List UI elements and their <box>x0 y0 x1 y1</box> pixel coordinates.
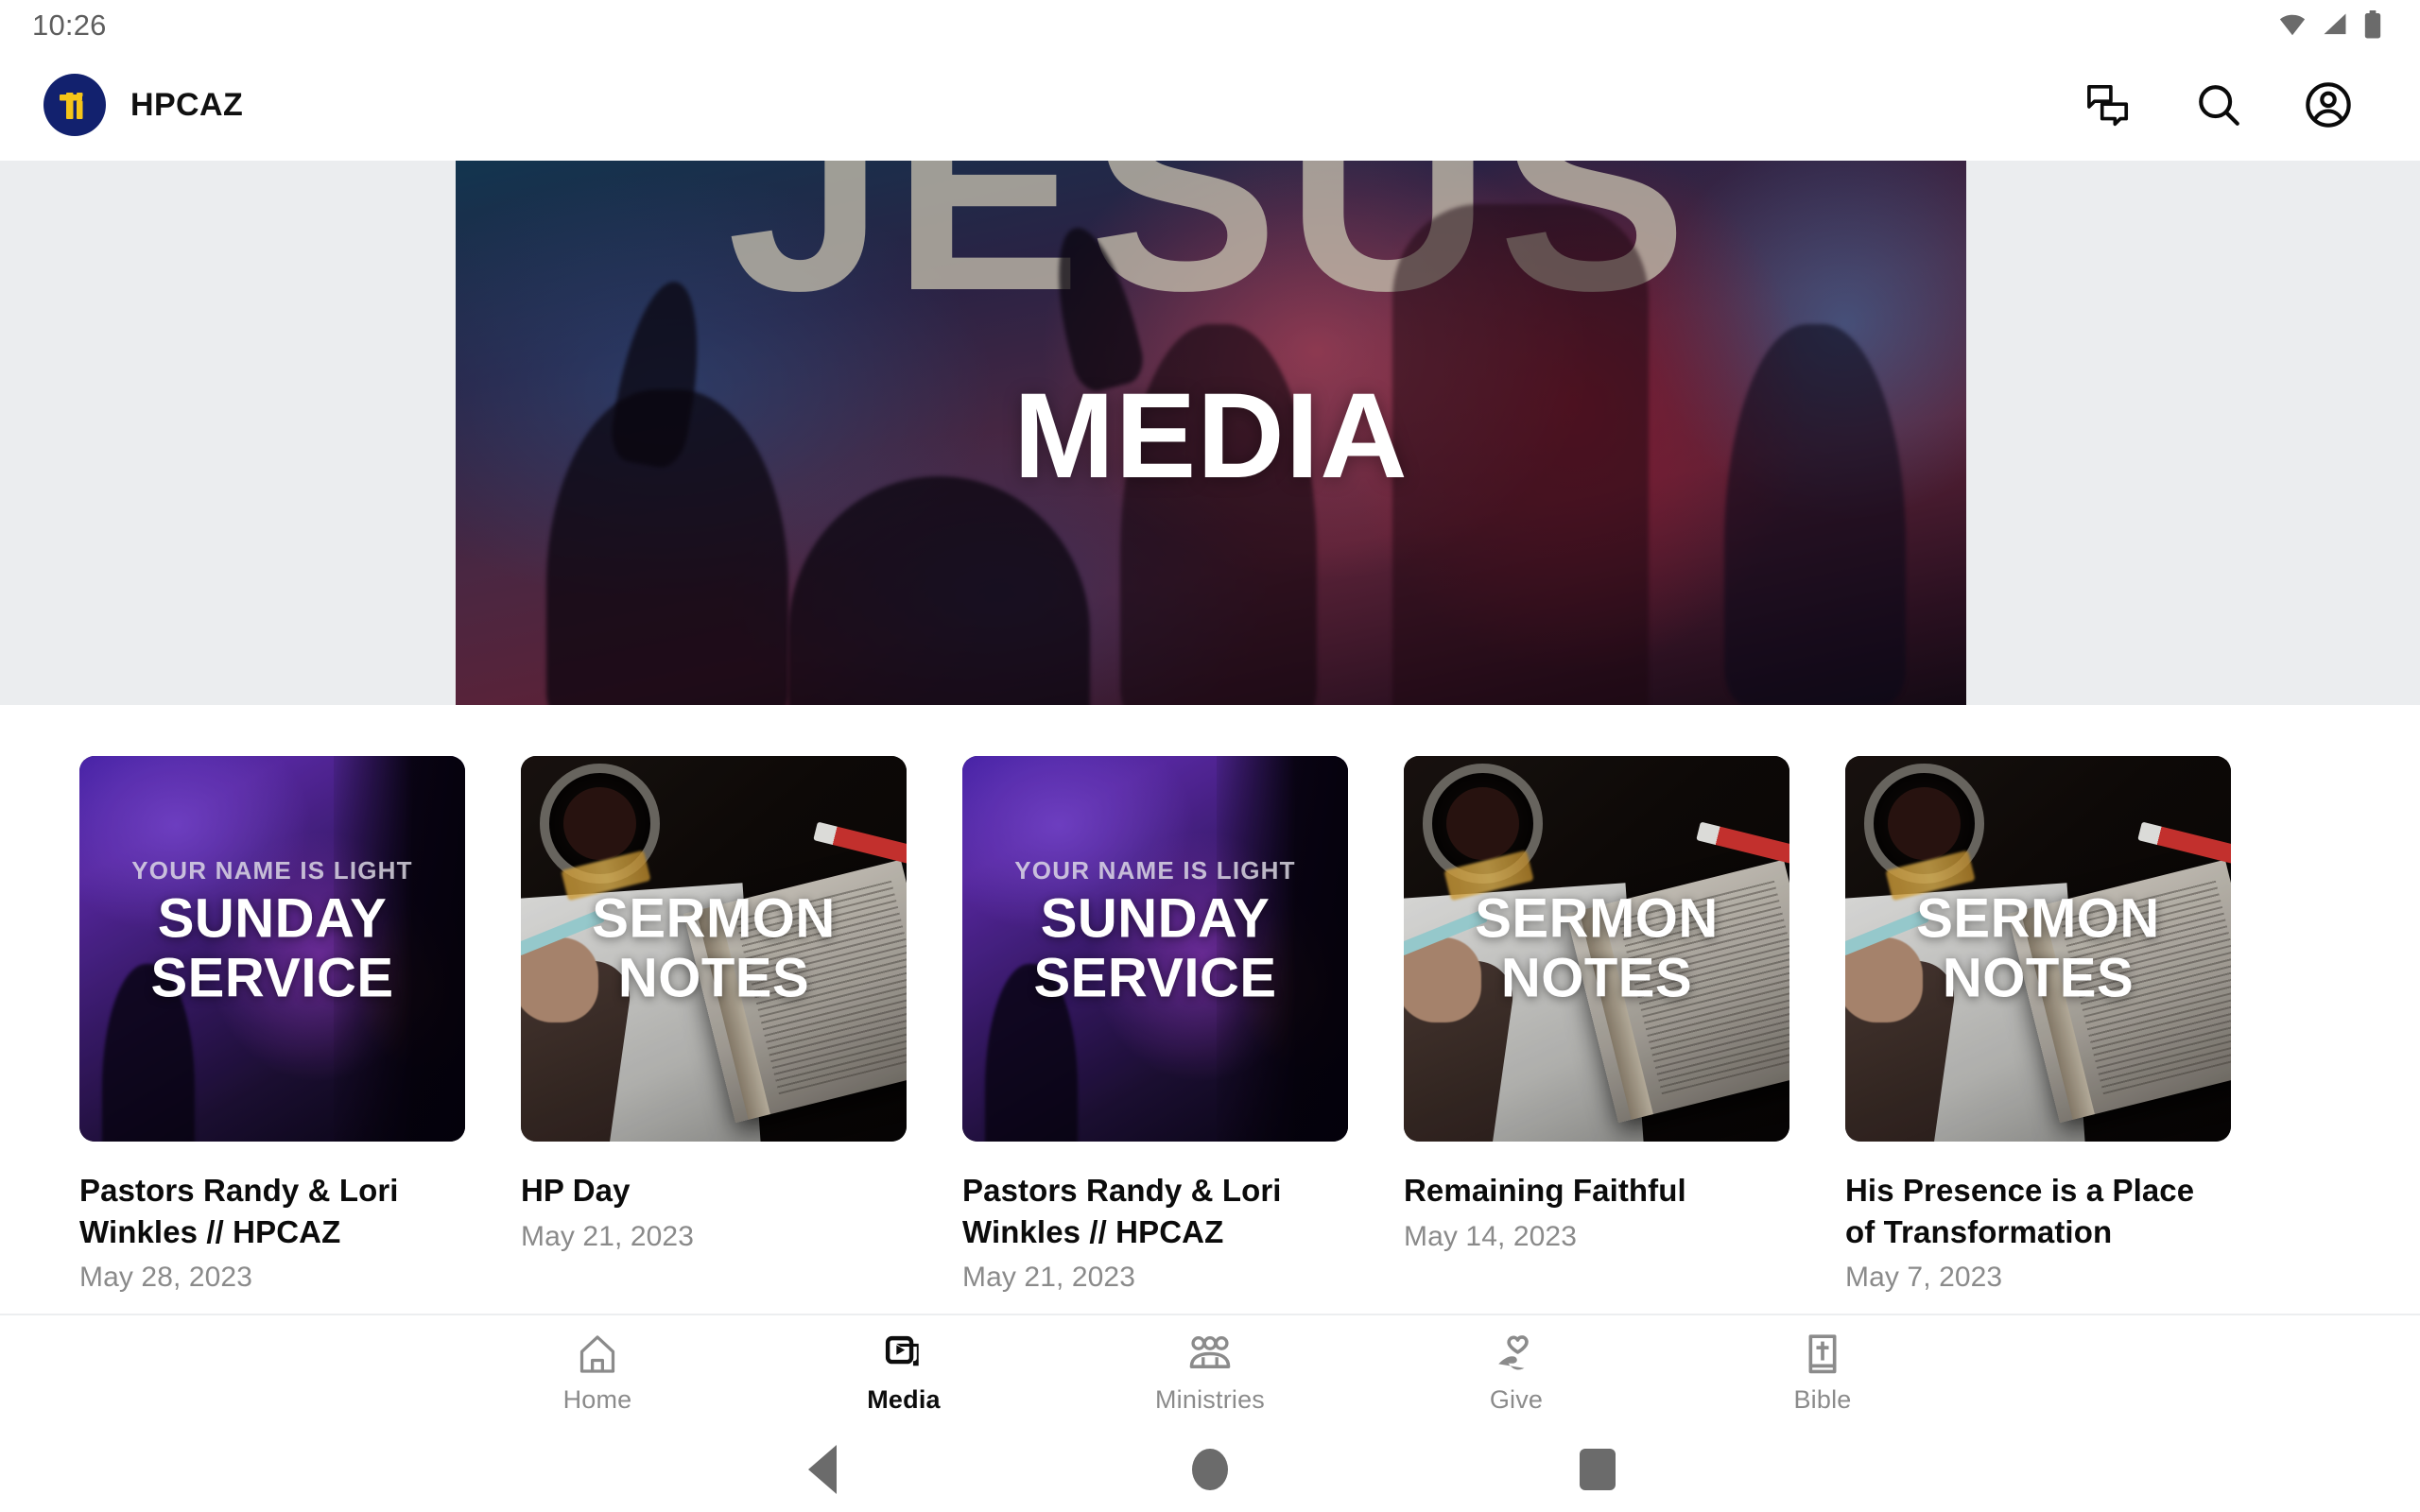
brand-title: HPCAZ <box>130 86 244 123</box>
media-card-thumbnail[interactable]: SERMON NOTES <box>521 756 907 1142</box>
tab-bible[interactable]: Bible <box>1669 1329 1976 1415</box>
thumbnail-caption: SERMON NOTES <box>1916 887 2160 1008</box>
messages-icon[interactable] <box>2083 79 2135 130</box>
thumbnail-caption: SERMON NOTES <box>592 887 836 1008</box>
media-card-thumbnail[interactable]: SERMON NOTES <box>1404 756 1789 1142</box>
brand[interactable]: HPCAZ <box>43 74 243 136</box>
recents-button[interactable] <box>1404 1449 1791 1490</box>
android-navigation-bar <box>0 1427 2420 1512</box>
tab-label: Home <box>562 1384 632 1414</box>
media-card-date: May 28, 2023 <box>79 1262 252 1294</box>
back-button[interactable] <box>629 1445 1016 1494</box>
thumbnail-caption: SERMON NOTES <box>1475 887 1719 1008</box>
app-header-actions <box>2083 79 2375 130</box>
tab-ministries[interactable]: Ministries <box>1057 1329 1363 1415</box>
tab-give[interactable]: Give <box>1363 1329 1669 1415</box>
status-bar: 10:26 <box>0 0 2420 49</box>
account-icon[interactable] <box>2303 79 2354 130</box>
media-card[interactable]: YOUR NAME IS LIGHT SUNDAY SERVICE Pastors… <box>79 756 465 1294</box>
media-card-thumbnail[interactable]: YOUR NAME IS LIGHT SUNDAY SERVICE <box>962 756 1348 1142</box>
wifi-icon <box>2279 14 2306 36</box>
thumbnail-kicker: YOUR NAME IS LIGHT <box>131 856 413 885</box>
hero-banner[interactable]: JESUS MEDIA <box>0 161 2420 705</box>
media-card[interactable]: SERMON NOTES HP Day May 21, 2023 <box>521 756 907 1253</box>
hero-title: MEDIA <box>1013 369 1409 504</box>
circle-home-icon <box>1192 1449 1228 1490</box>
status-bar-clock: 10:26 <box>32 8 107 42</box>
app-header: HPCAZ <box>0 49 2420 161</box>
thumbnail-kicker: YOUR NAME IS LIGHT <box>1014 856 1296 885</box>
media-card-title: Pastors Randy & Lori Winkles // HPCAZ <box>79 1173 399 1249</box>
media-card-title: Remaining Faithful <box>1404 1173 1686 1208</box>
media-card-title: HP Day <box>521 1173 631 1208</box>
media-card-title: His Presence is a Place of Transformatio… <box>1845 1173 2195 1249</box>
square-recents-icon <box>1580 1449 1616 1490</box>
hand-heart-icon <box>1495 1329 1538 1376</box>
tab-home[interactable]: Home <box>444 1329 751 1415</box>
thumbnail-caption: SUNDAY SERVICE <box>1033 887 1277 1008</box>
media-card-date: May 21, 2023 <box>521 1220 694 1252</box>
media-card[interactable]: YOUR NAME IS LIGHT SUNDAY SERVICE Pastors… <box>962 756 1348 1294</box>
tab-label: Give <box>1489 1384 1544 1414</box>
people-group-icon <box>1187 1329 1233 1376</box>
cellular-signal-icon <box>2324 13 2346 35</box>
tab-label: Ministries <box>1154 1384 1265 1414</box>
media-card[interactable]: SERMON NOTES Remaining Faithful May 14, 2… <box>1404 756 1789 1253</box>
home-icon <box>576 1329 619 1376</box>
media-card[interactable]: SERMON NOTES His Presence is a Place of T… <box>1845 756 2231 1294</box>
media-card-date: May 7, 2023 <box>1845 1262 2003 1294</box>
media-card-date: May 14, 2023 <box>1404 1220 1577 1252</box>
battery-icon <box>2364 10 2381 39</box>
bottom-tab-bar: Home Media Ministries Give Bible <box>0 1315 2420 1427</box>
tab-media[interactable]: Media <box>751 1329 1057 1415</box>
media-card-thumbnail[interactable]: YOUR NAME IS LIGHT SUNDAY SERVICE <box>79 756 465 1142</box>
hpcaz-logo-icon <box>43 74 106 136</box>
home-button[interactable] <box>1016 1449 1404 1490</box>
media-card-thumbnail[interactable]: SERMON NOTES <box>1845 756 2231 1142</box>
app-screen: 10:26 HPCAZ JESUS MEDIA YOUR NAME IS LIG… <box>0 0 2420 1512</box>
media-card-date: May 21, 2023 <box>962 1262 1135 1294</box>
status-bar-icons <box>2278 10 2382 39</box>
media-library-icon <box>882 1329 925 1376</box>
media-card-title: Pastors Randy & Lori Winkles // HPCAZ <box>962 1173 1282 1249</box>
hero-image: JESUS MEDIA <box>456 161 1966 705</box>
tab-label: Bible <box>1793 1384 1852 1414</box>
thumbnail-caption: SUNDAY SERVICE <box>150 887 394 1008</box>
search-icon[interactable] <box>2193 79 2244 130</box>
triangle-back-icon <box>808 1445 837 1494</box>
media-card-list: YOUR NAME IS LIGHT SUNDAY SERVICE Pastors… <box>0 756 2420 1304</box>
tab-label: Media <box>867 1384 941 1414</box>
bible-book-icon <box>1803 1329 1842 1376</box>
